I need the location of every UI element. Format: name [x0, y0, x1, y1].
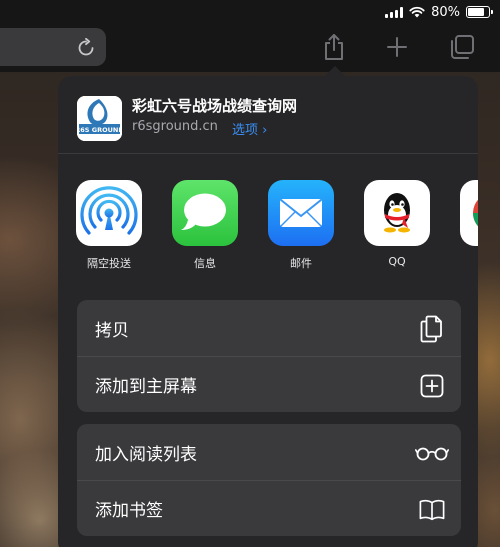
cellular-signal-icon: [385, 6, 404, 18]
site-logo-lettering: R6S GROUND: [77, 126, 122, 134]
site-logo-icon: R6S GROUND: [77, 96, 122, 141]
reload-icon: [78, 38, 94, 56]
app-label: QQ: [388, 255, 406, 268]
tabs-icon: [451, 35, 474, 59]
site-title: 彩虹六号战场战绩查询网: [132, 97, 298, 115]
wifi-icon: [409, 6, 425, 18]
app-label: 隔空投送: [87, 257, 131, 270]
options-link[interactable]: 选项 ›: [232, 119, 267, 138]
battery-icon: [466, 6, 493, 18]
plus-icon: [387, 37, 407, 57]
mail-icon: [268, 180, 334, 246]
reading-list-row[interactable]: 加入阅读列表: [77, 424, 461, 480]
add-to-home-screen-label: 添加到主屏幕: [95, 377, 197, 397]
book-icon: [419, 497, 445, 523]
chrome-icon: [460, 180, 478, 246]
add-square-icon: [419, 373, 445, 399]
qq-icon: [364, 180, 430, 246]
app-chrome[interactable]: C: [453, 180, 478, 268]
reading-list-label: 加入阅读列表: [95, 444, 197, 465]
site-url: r6sground.cn: [132, 119, 218, 134]
battery-percentage: 80%: [431, 4, 460, 20]
new-tab-button[interactable]: [382, 32, 412, 62]
add-bookmark-row[interactable]: 添加书签: [77, 480, 461, 536]
add-to-home-screen-row[interactable]: 添加到主屏幕: [77, 356, 461, 412]
app-label: 邮件: [290, 257, 312, 270]
share-apps-row: 隔空投送 信息 邮件 QQ: [58, 155, 478, 275]
airdrop-icon: [76, 180, 142, 246]
reload-button[interactable]: [74, 36, 98, 60]
share-sheet-header: R6S GROUND 彩虹六号战场战绩查询网 r6sground.cn 选项 ›: [58, 76, 478, 154]
app-label: 信息: [194, 257, 216, 270]
app-qq[interactable]: QQ: [357, 180, 437, 268]
app-airdrop[interactable]: 隔空投送: [69, 180, 149, 271]
app-mail[interactable]: 邮件: [261, 180, 341, 271]
tabs-overview-button[interactable]: [447, 32, 477, 62]
action-group: 拷贝 添加到主屏幕: [77, 300, 461, 412]
messages-icon: [172, 180, 238, 246]
app-label: C: [453, 255, 478, 268]
add-bookmark-label: 添加书签: [95, 501, 163, 521]
status-bar: 80%: [385, 3, 493, 21]
copy-row[interactable]: 拷贝: [77, 300, 461, 356]
app-messages[interactable]: 信息: [165, 180, 245, 271]
reading-glasses-icon: [415, 440, 449, 466]
action-group: 加入阅读列表 添加书签: [77, 424, 461, 536]
share-sheet: R6S GROUND 彩虹六号战场战绩查询网 r6sground.cn 选项 ›: [58, 76, 478, 547]
copy-icon: [419, 315, 445, 343]
copy-label: 拷贝: [95, 320, 129, 341]
share-icon: [325, 34, 343, 60]
share-button[interactable]: [319, 32, 349, 62]
